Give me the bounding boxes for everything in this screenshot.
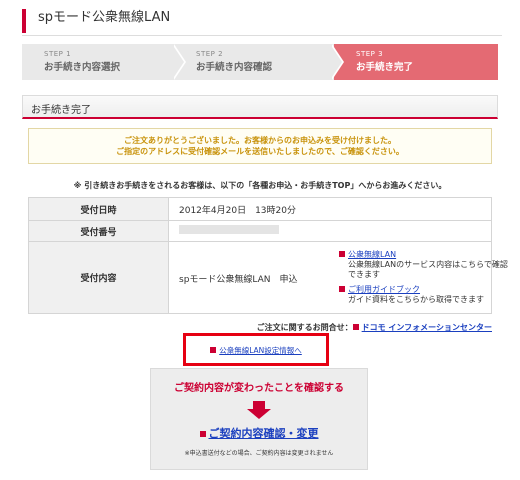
section-header: お手続き完了 <box>22 95 498 119</box>
table-row: 受付日時 2012年4月20日 13時20分 <box>28 197 492 221</box>
info-center-link[interactable]: ドコモ インフォメーションセンター <box>362 323 492 332</box>
row-key: 受付内容 <box>28 241 169 314</box>
redacted-value <box>179 225 279 234</box>
row-key: 受付日時 <box>28 197 169 221</box>
inquiry-label: ご注文に関するお問合せ： <box>256 323 353 332</box>
step-2: STEP 2 お手続き内容確認 <box>174 44 344 80</box>
table-row: 受付番号 <box>28 220 492 242</box>
link-description: 公衆無線LANのサービス内容はこちらで確認できます <box>348 260 508 279</box>
row-value <box>168 220 492 242</box>
page-title: spモード公衆無線LAN <box>38 10 171 25</box>
receipt-table: 受付日時 2012年4月20日 13時20分 受付番号 受付内容 spモード公衆… <box>28 197 508 314</box>
step-1: STEP 1 お手続き内容選択 <box>22 44 184 80</box>
completion-notice: ご注文ありがとうございました。お客様からのお申込みを受け付けました。 ご指定のア… <box>28 128 492 164</box>
bullet-icon <box>199 431 206 437</box>
step-3-number: STEP 3 <box>356 50 384 58</box>
step-1-label: お手続き内容選択 <box>44 62 121 73</box>
link-item: ご利用ガイドブック ガイド資料をこちらから取得できます <box>339 285 509 305</box>
confirm-footnote: ※申込書送付などの場合、ご契約内容は変更されません <box>184 450 334 457</box>
notice-line-1: ご注文ありがとうございました。お客様からのお申込みを受け付けました。 <box>124 136 396 145</box>
down-arrow-icon <box>247 401 271 419</box>
row-key: 受付番号 <box>28 220 169 242</box>
bullet-icon <box>339 286 345 292</box>
bullet-icon <box>210 347 217 353</box>
wifi-settings-link[interactable]: 公衆無線LAN設定情報へ <box>219 346 302 355</box>
inquiry-line: ご注文に関するお問合せ： ドコモ インフォメーションセンター <box>257 322 492 333</box>
guidebook-link[interactable]: ご利用ガイドブック <box>348 285 420 294</box>
confirm-heading: ご契約内容が変わったことを確認する <box>174 383 344 394</box>
row-value: 2012年4月20日 13時20分 <box>168 197 492 221</box>
step-2-label: お手続き内容確認 <box>196 62 273 73</box>
step-chevron <box>330 44 342 80</box>
step-2-number: STEP 2 <box>196 50 224 58</box>
contract-link-row: ご契約内容確認・変更 <box>151 425 367 441</box>
step-progress: STEP 1 お手続き内容選択 STEP 2 お手続き内容確認 STEP 3 お… <box>22 44 498 80</box>
bullet-icon <box>339 251 345 257</box>
content-value: spモード公衆無線LAN 申込 <box>179 275 298 285</box>
header-divider <box>22 35 502 36</box>
related-links: 公衆無線LAN 公衆無線LANのサービス内容はこちらで確認できます ご利用ガイド… <box>339 250 509 310</box>
contract-change-link[interactable]: ご契約内容確認・変更 <box>209 427 319 440</box>
step-1-number: STEP 1 <box>44 50 72 58</box>
notice-line-2: ご指定のアドレスに受付確認メールを送信いたしましたので、ご確認ください。 <box>116 147 404 156</box>
continue-note: ※ 引き続きお手続きをされるお客様は、以下の「各種お申込・お手続きTOP」へから… <box>73 181 447 190</box>
link-item: 公衆無線LAN 公衆無線LANのサービス内容はこちらで確認できます <box>339 250 509 280</box>
confirm-panel: ご契約内容が変わったことを確認する ご契約内容確認・変更 ※申込書送付などの場合… <box>150 368 368 470</box>
settings-highlight-box: 公衆無線LAN設定情報へ <box>183 333 329 366</box>
step-3-label: お手続き完了 <box>356 62 414 73</box>
page-header: spモード公衆無線LAN <box>22 9 502 36</box>
step-3-active: STEP 3 お手続き完了 <box>334 44 498 80</box>
step-chevron <box>172 44 184 80</box>
bullet-icon <box>352 324 359 330</box>
link-description: ガイド資料をこちらから取得できます <box>348 295 484 304</box>
table-row: 受付内容 spモード公衆無線LAN 申込 公衆無線LAN 公衆無線LANのサービ… <box>28 241 508 314</box>
wifi-service-link[interactable]: 公衆無線LAN <box>348 250 396 259</box>
row-value: spモード公衆無線LAN 申込 公衆無線LAN 公衆無線LANのサービス内容はこ… <box>168 241 508 314</box>
section-title: お手続き完了 <box>31 105 91 116</box>
